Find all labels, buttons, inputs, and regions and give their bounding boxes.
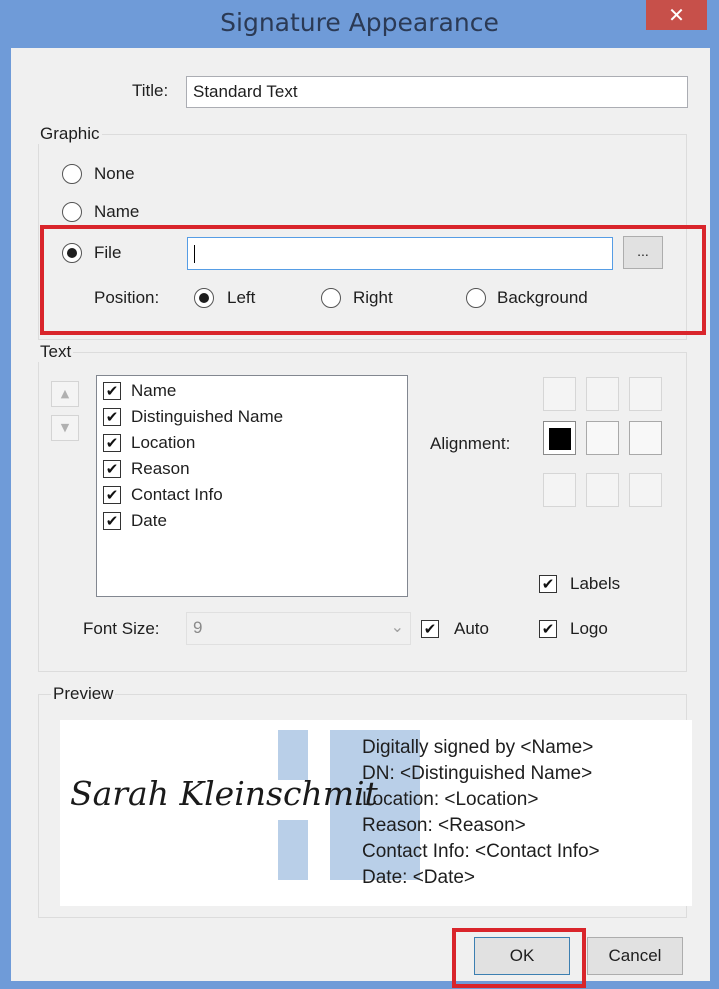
font-size-label: Font Size: xyxy=(83,619,160,638)
ok-highlight-box xyxy=(452,928,586,988)
align-bottom-left[interactable] xyxy=(543,473,576,507)
auto-label: Auto xyxy=(454,619,489,638)
text-items-list[interactable]: ✔ Name ✔ Distinguished Name ✔ Location ✔… xyxy=(96,375,408,597)
auto-checkbox[interactable]: ✔ xyxy=(421,620,439,638)
title-input[interactable]: Standard Text xyxy=(186,76,688,108)
align-top-right[interactable] xyxy=(629,377,662,411)
preview-line: Contact Info: <Contact Info> xyxy=(362,841,600,862)
labels-label: Labels xyxy=(570,574,621,593)
move-up-button[interactable]: ▲ xyxy=(51,381,79,407)
radio-graphic-name[interactable] xyxy=(62,202,82,222)
preview-group-title: Preview xyxy=(51,684,116,704)
dialog-title: Signature Appearance xyxy=(220,8,499,37)
radio-graphic-name-label: Name xyxy=(94,202,140,221)
chevron-down-icon: ⌄ xyxy=(390,619,404,636)
list-item-label: Reason xyxy=(131,459,190,478)
arrow-up-icon: ▲ xyxy=(60,387,70,400)
graphic-group-title: Graphic xyxy=(38,124,102,144)
font-size-select[interactable]: 9 ⌄ xyxy=(186,612,411,645)
logo-checkbox[interactable]: ✔ xyxy=(539,620,557,638)
align-middle-right[interactable] xyxy=(629,421,662,455)
radio-graphic-none-label: None xyxy=(94,164,135,183)
preview-line: Location: <Location> xyxy=(362,789,539,810)
list-item-label: Date xyxy=(131,511,167,530)
align-top-center[interactable] xyxy=(586,377,619,411)
close-button[interactable]: ✕ xyxy=(646,0,707,30)
align-bottom-right[interactable] xyxy=(629,473,662,507)
preview-line: Digitally signed by <Name> xyxy=(362,737,594,758)
labels-checkbox[interactable]: ✔ xyxy=(539,575,557,593)
checkbox-reason[interactable]: ✔ xyxy=(103,460,121,478)
preview-line: DN: <Distinguished Name> xyxy=(362,763,593,784)
title-bar[interactable]: Signature Appearance ✕ xyxy=(0,0,719,48)
alignment-selected-indicator xyxy=(549,428,571,450)
signature-image: Sarah Kleinschmit xyxy=(70,774,378,813)
list-item-label: Distinguished Name xyxy=(131,407,284,426)
checkbox-date[interactable]: ✔ xyxy=(103,512,121,530)
checkbox-location[interactable]: ✔ xyxy=(103,434,121,452)
align-middle-left[interactable] xyxy=(543,421,576,455)
font-size-value: 9 xyxy=(193,618,203,637)
dialog-window: Signature Appearance ✕ Title: Standard T… xyxy=(0,0,719,989)
list-item-label: Name xyxy=(131,381,177,400)
checkbox-name[interactable]: ✔ xyxy=(103,382,121,400)
checkbox-contact-info[interactable]: ✔ xyxy=(103,486,121,504)
checkbox-distinguished-name[interactable]: ✔ xyxy=(103,408,121,426)
alignment-label: Alignment: xyxy=(430,434,511,453)
arrow-down-icon: ▼ xyxy=(60,421,70,434)
title-label: Title: xyxy=(132,81,169,100)
list-item-label: Contact Info xyxy=(131,485,223,504)
preview-area: Sarah Kleinschmit Digitally signed by <N… xyxy=(60,720,692,906)
list-item-label: Location xyxy=(131,433,196,452)
preview-line: Date: <Date> xyxy=(362,867,476,888)
file-highlight-box xyxy=(40,225,706,335)
dialog-client: Title: Standard Text Graphic None Name F… xyxy=(11,48,710,988)
move-down-button[interactable]: ▼ xyxy=(51,415,79,441)
radio-graphic-none[interactable] xyxy=(62,164,82,184)
align-top-left[interactable] xyxy=(543,377,576,411)
align-middle-center[interactable] xyxy=(586,421,619,455)
text-group-title: Text xyxy=(38,342,74,362)
logo-label: Logo xyxy=(570,619,608,638)
align-bottom-center[interactable] xyxy=(586,473,619,507)
preview-line: Reason: <Reason> xyxy=(362,815,526,836)
close-icon: ✕ xyxy=(668,3,685,27)
cancel-button[interactable]: Cancel xyxy=(587,937,683,975)
